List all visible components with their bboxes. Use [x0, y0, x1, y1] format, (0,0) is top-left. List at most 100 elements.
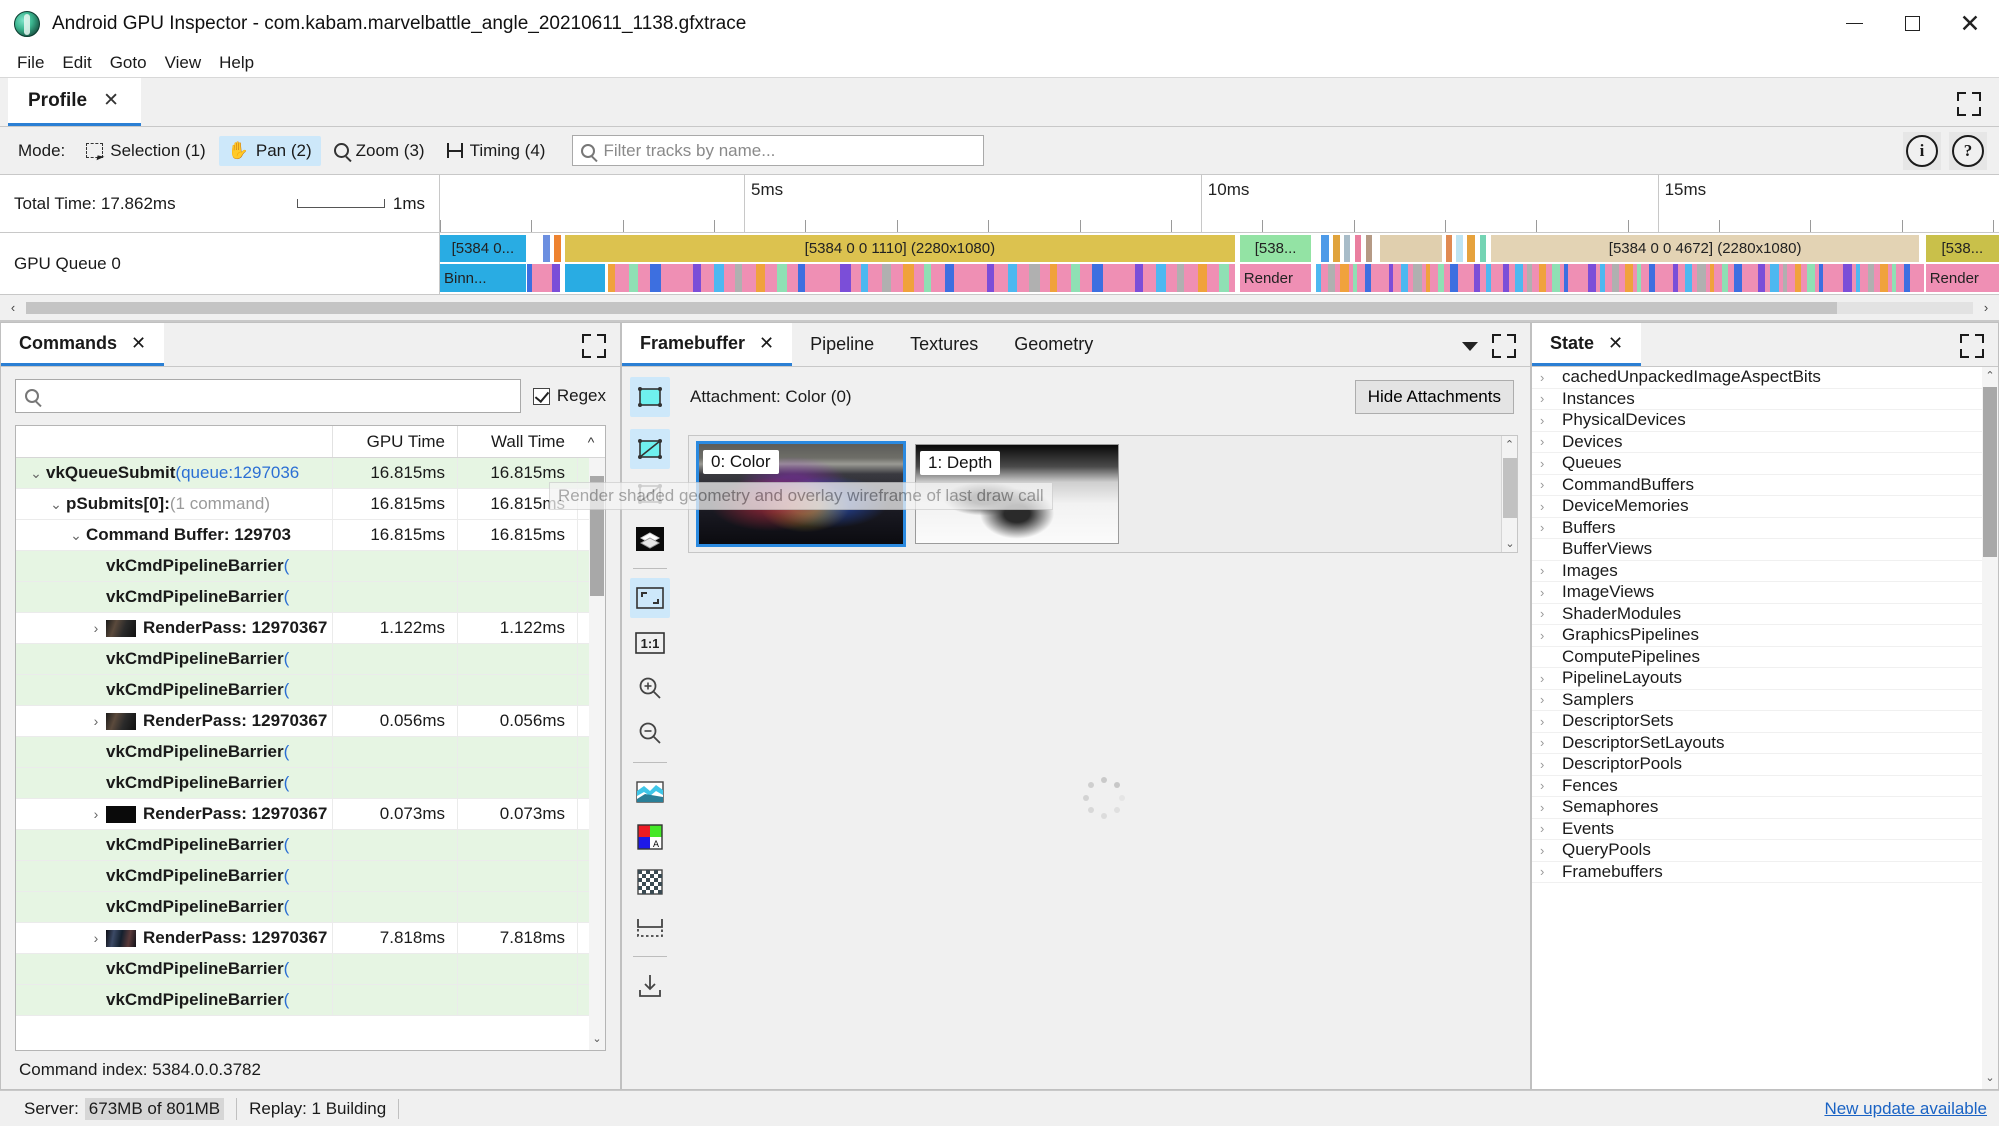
overdraw-icon[interactable] — [630, 519, 670, 559]
timeline-block-renderpass[interactable] — [1456, 235, 1463, 262]
timeline-draw-call-stripe[interactable] — [1563, 264, 1569, 292]
shaded-geometry-icon[interactable] — [630, 377, 670, 417]
timeline-block-renderpass[interactable] — [1320, 235, 1329, 262]
tab-geometry[interactable]: Geometry — [996, 323, 1111, 366]
table-row[interactable]: › RenderPass: 12970367 7.818ms 7.818ms — [16, 923, 605, 954]
timeline-draw-call-stripe[interactable] — [1697, 264, 1706, 292]
table-row[interactable]: vkCmdPipelineBarrier( — [16, 582, 605, 613]
table-row[interactable]: ⌄ pSubmits[0]: (1 command) 16.815ms 16.815m… — [16, 489, 605, 520]
state-tree-item[interactable]: BufferViews — [1532, 539, 1998, 561]
timeline-block-renderpass[interactable]: [538... — [1239, 235, 1312, 262]
timeline-draw-call-stripe[interactable] — [818, 264, 828, 292]
timeline-draw-call-stripe[interactable] — [903, 264, 914, 292]
timeline-draw-call-stripe[interactable] — [776, 264, 788, 292]
regex-checkbox[interactable]: Regex — [532, 386, 606, 406]
timeline-draw-call-stripe[interactable] — [1490, 264, 1496, 292]
table-row[interactable]: vkCmdPipelineBarrier( — [16, 861, 605, 892]
timeline-draw-call-stripe[interactable] — [1879, 264, 1888, 292]
timeline-block-renderpass[interactable]: [538... — [1925, 235, 1999, 262]
timeline-draw-call-stripe[interactable] — [1502, 264, 1510, 292]
timeline-draw-call-stripe[interactable] — [945, 264, 954, 292]
menu-help[interactable]: Help — [210, 50, 263, 76]
state-tree-item[interactable]: › Samplers — [1532, 690, 1998, 711]
chevron-down-icon[interactable] — [1462, 341, 1478, 351]
timeline-block-renderpass[interactable] — [542, 235, 550, 262]
mode-timing-button[interactable]: Timing (4) — [438, 136, 555, 166]
chevron-right-icon[interactable]: › — [1540, 391, 1562, 406]
timeline-draw-call-stripe[interactable] — [1806, 264, 1816, 292]
mode-pan-button[interactable]: ✋ Pan (2) — [218, 135, 321, 166]
timeline-draw-call-stripe[interactable] — [1050, 264, 1058, 292]
timeline-block-renderpass[interactable]: [5384 0 0 4672] (2280x1080) — [1490, 235, 1920, 262]
menu-edit[interactable]: Edit — [53, 50, 100, 76]
timeline-draw-call-stripe[interactable] — [755, 264, 765, 292]
column-header-name[interactable] — [16, 426, 332, 457]
shaded-wireframe-icon[interactable] — [630, 429, 670, 469]
maximize-profile-panel-icon[interactable] — [1957, 92, 1981, 116]
timeline-draw-call-stripe[interactable] — [1770, 264, 1779, 292]
timeline-block-renderpass[interactable] — [1355, 235, 1362, 262]
timeline-draw-call-stripe[interactable] — [1437, 264, 1444, 292]
timeline-draw-call-stripe[interactable] — [1648, 264, 1656, 292]
timeline-draw-call-stripe[interactable] — [924, 264, 932, 292]
chevron-right-icon[interactable]: › — [1540, 757, 1562, 772]
commands-search-input[interactable] — [46, 386, 511, 406]
histogram-icon[interactable] — [630, 772, 670, 812]
state-tree-item[interactable]: › DescriptorSetLayouts — [1532, 733, 1998, 754]
chevron-down-icon[interactable]: ⌄ — [46, 496, 66, 513]
state-tree-item[interactable]: › CommandBuffers — [1532, 475, 1998, 496]
chevron-right-icon[interactable]: › — [86, 713, 106, 729]
close-button[interactable]: ✕ — [1941, 0, 1999, 48]
column-header-gpu-time[interactable]: GPU Time — [332, 426, 457, 457]
state-tree-item[interactable]: › PhysicalDevices — [1532, 410, 1998, 432]
flip-vertically-icon[interactable] — [630, 907, 670, 947]
info-button[interactable]: i — [1903, 131, 1941, 170]
scroll-up-icon[interactable]: ⌃ — [1982, 369, 1998, 385]
timeline-draw-call-stripe[interactable] — [881, 264, 891, 292]
chevron-right-icon[interactable]: › — [1540, 434, 1562, 449]
maximize-commands-panel-icon[interactable] — [582, 334, 606, 358]
timeline-draw-call-stripe[interactable] — [1316, 264, 1321, 292]
minimize-button[interactable] — [1825, 0, 1883, 48]
timeline-draw-call-stripe[interactable] — [1462, 264, 1467, 292]
timeline-draw-call-stripe[interactable] — [1673, 264, 1678, 292]
state-tree-item[interactable]: › PipelineLayouts — [1532, 668, 1998, 690]
chevron-right-icon[interactable]: › — [1540, 520, 1562, 535]
state-tree-item[interactable]: ComputePipelines — [1532, 647, 1998, 668]
scroll-left-icon[interactable]: ‹ — [0, 300, 26, 315]
timeline-draw-call-stripe[interactable] — [1474, 264, 1481, 292]
chevron-right-icon[interactable]: › — [1540, 413, 1562, 428]
scroll-down-icon[interactable]: ⌄ — [589, 1032, 605, 1048]
timeline-draw-call-stripe[interactable] — [1197, 264, 1207, 292]
table-row[interactable]: ⌄ Command Buffer: 129703 16.815ms 16.815ms — [16, 520, 605, 551]
attachments-vscrollbar[interactable]: ⌃ ⌄ — [1501, 436, 1517, 552]
timeline-block-renderpass[interactable] — [1380, 235, 1443, 262]
table-row[interactable]: vkCmdPipelineBarrier( — [16, 551, 605, 582]
table-row[interactable]: vkCmdPipelineBarrier( — [16, 737, 605, 768]
timeline-draw-call-stripe[interactable] — [1328, 264, 1335, 292]
tab-state[interactable]: State ✕ — [1532, 323, 1642, 366]
timeline-draw-call-stripe[interactable] — [1904, 264, 1911, 292]
chevron-right-icon[interactable]: › — [1540, 628, 1562, 643]
timeline-draw-call-stripe[interactable] — [1575, 264, 1583, 292]
hscroll-track[interactable] — [26, 301, 1973, 314]
menu-view[interactable]: View — [156, 50, 211, 76]
timeline-draw-call-stripe[interactable] — [1588, 264, 1597, 292]
state-tree-item[interactable]: › Buffers — [1532, 518, 1998, 539]
table-row[interactable]: › RenderPass: 12970367 0.073ms 0.073ms — [16, 799, 605, 830]
timeline-draw-call-stripe[interactable] — [1661, 264, 1670, 292]
timeline-draw-call-stripe[interactable] — [713, 264, 725, 292]
table-row[interactable]: vkCmdPipelineBarrier( — [16, 892, 605, 923]
timeline-draw-call-stripe[interactable] — [1413, 264, 1422, 292]
timeline-draw-call-stripe[interactable] — [1449, 264, 1458, 292]
timeline-draw-call-stripe[interactable] — [1113, 264, 1121, 292]
chevron-right-icon[interactable]: › — [86, 930, 106, 946]
state-tree[interactable]: › cachedUnpackedImageAspectBits › Instances… — [1532, 367, 1998, 1089]
chevron-right-icon[interactable]: › — [1540, 563, 1562, 578]
framebuffer-view[interactable]: Render shaded geometry and overlay wiref… — [549, 427, 1530, 1089]
timeline-draw-call-stripe[interactable] — [966, 264, 977, 292]
state-tree-item[interactable]: › cachedUnpackedImageAspectBits — [1532, 367, 1998, 389]
fit-to-window-icon[interactable] — [630, 578, 670, 618]
tab-profile[interactable]: Profile ✕ — [8, 78, 142, 126]
timeline-draw-call-stripe[interactable] — [1794, 264, 1801, 292]
